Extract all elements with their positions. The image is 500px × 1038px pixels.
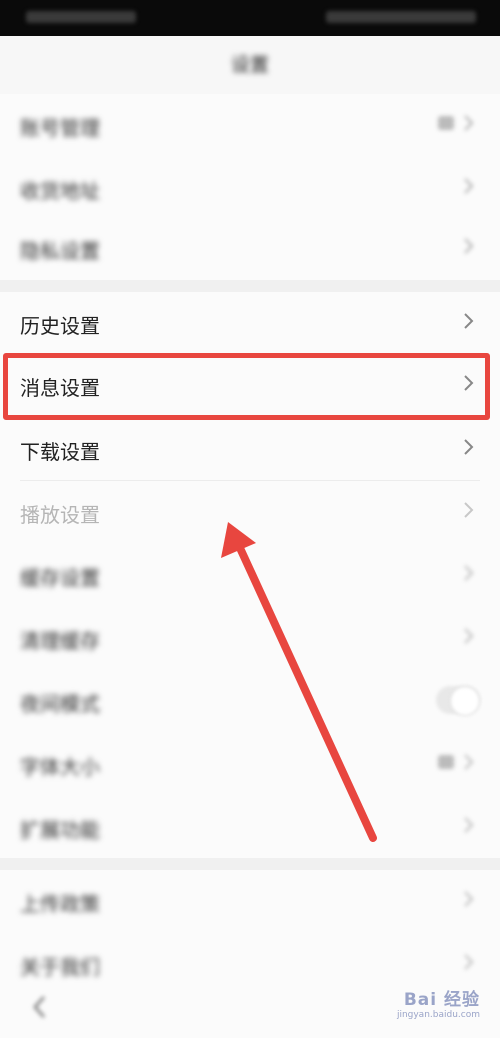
- settings-row-cache[interactable]: 缓存设置: [0, 544, 500, 607]
- chevron-right-icon: [460, 497, 478, 523]
- settings-row-address[interactable]: 收货地址: [0, 157, 500, 220]
- toggle-knob: [450, 686, 480, 716]
- chevron-right-icon: [460, 560, 478, 586]
- settings-row-night-mode[interactable]: 夜间模式: [0, 670, 500, 733]
- chevron-right-icon: [460, 749, 478, 775]
- status-bar: [0, 0, 500, 36]
- page-title: 设置: [230, 54, 269, 76]
- nav-bar: 设置: [0, 36, 500, 94]
- settings-row-label: 账号管理: [20, 116, 100, 140]
- chevron-right-icon: [460, 233, 478, 259]
- chevron-right-icon: [460, 812, 478, 838]
- settings-row-label: 扩展功能: [20, 818, 100, 842]
- settings-row-label: 隐私设置: [20, 239, 100, 263]
- value-indicator: [438, 116, 454, 130]
- settings-row-label: 缓存设置: [20, 566, 100, 590]
- section-gap: [0, 858, 500, 870]
- chevron-right-icon: [460, 623, 478, 649]
- settings-row-history[interactable]: 历史设置: [0, 292, 500, 355]
- settings-row-label: 上传政策: [20, 892, 100, 916]
- value-indicator: [438, 755, 454, 769]
- back-arrow-icon[interactable]: [30, 992, 50, 1022]
- settings-row-font-size[interactable]: 字体大小: [0, 733, 500, 796]
- chevron-right-icon: [460, 949, 478, 975]
- settings-row-label: 下载设置: [20, 440, 100, 464]
- settings-row-label: 夜间模式: [20, 692, 100, 716]
- settings-row-label: 清理缓存: [20, 629, 100, 653]
- settings-row-label: 字体大小: [20, 755, 100, 779]
- settings-row-label: 关于我们: [20, 955, 100, 979]
- watermark: Bai 经验 jingyan.baidu.com: [370, 985, 480, 1030]
- chevron-right-icon: [460, 110, 478, 136]
- settings-row-label: 播放设置: [20, 503, 100, 527]
- settings-row-clear-cache[interactable]: 清理缓存: [0, 607, 500, 670]
- chevron-right-icon: [460, 886, 478, 912]
- chevron-right-icon: [460, 173, 478, 199]
- settings-row-extensions[interactable]: 扩展功能: [0, 796, 500, 859]
- settings-row-account[interactable]: 账号管理: [0, 94, 500, 157]
- status-indicators: [326, 11, 476, 23]
- settings-row-playback[interactable]: 播放设置: [0, 481, 500, 544]
- settings-row-download[interactable]: 下载设置: [0, 418, 500, 481]
- settings-row-privacy[interactable]: 隐私设置: [0, 217, 500, 280]
- section-gap: [0, 280, 500, 292]
- settings-row-label: 收货地址: [20, 179, 100, 203]
- watermark-logo-text: Bai 经验: [403, 990, 480, 1010]
- highlight-box: [3, 353, 490, 420]
- settings-section-top: 账号管理 收货地址 隐私设置: [0, 94, 500, 280]
- watermark-url: jingyan.baidu.com: [396, 1010, 480, 1020]
- settings-row-label: 历史设置: [20, 314, 100, 338]
- status-carrier: [26, 11, 136, 23]
- chevron-right-icon: [460, 308, 478, 334]
- chevron-right-icon: [460, 434, 478, 460]
- settings-row-policy[interactable]: 上传政策: [0, 870, 500, 933]
